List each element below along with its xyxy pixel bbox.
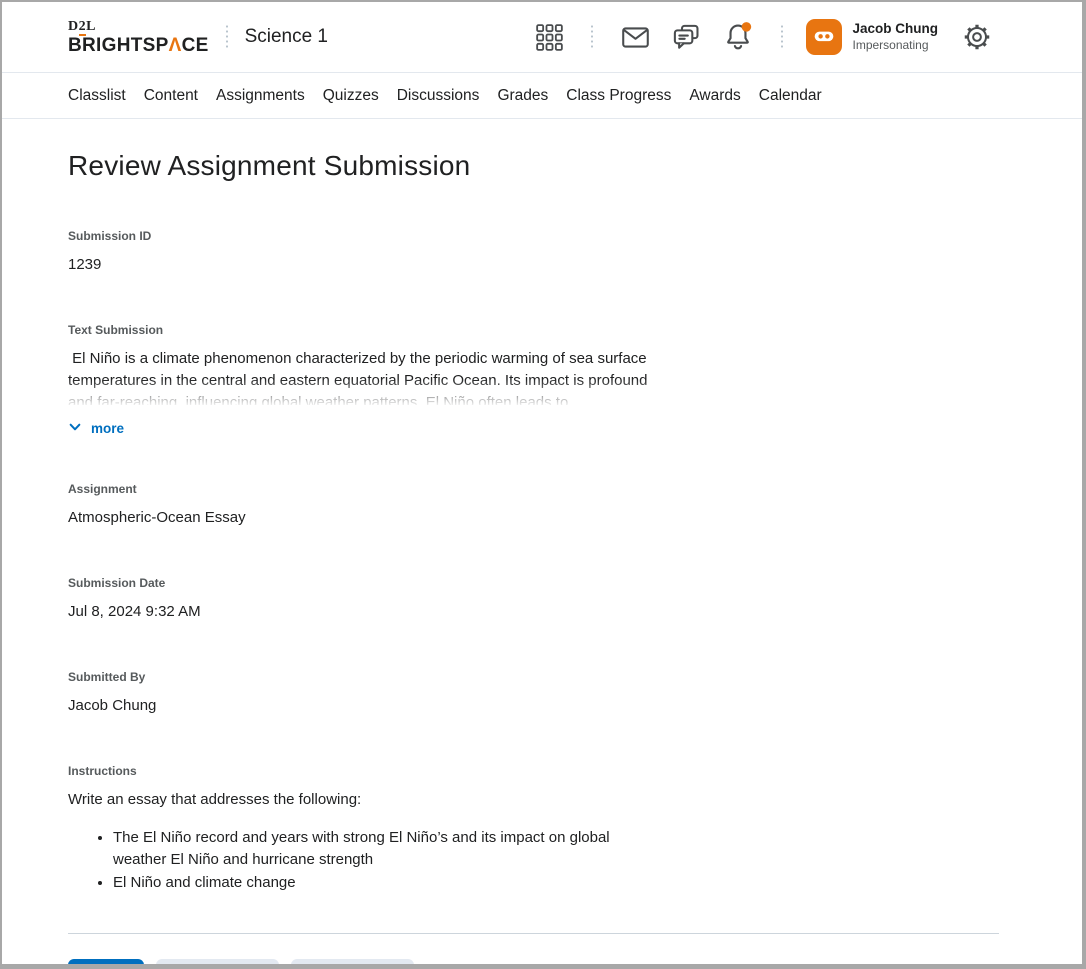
notification-dot	[742, 22, 752, 32]
submitted-by-label: Submitted By	[68, 670, 999, 684]
brightspace-logo[interactable]: D2L BRIGHTSPΛCE	[68, 20, 209, 55]
action-buttons: Done View History Submit More	[68, 959, 999, 969]
header-actions: Jacob Chung Impersonating	[525, 19, 1002, 55]
view-history-button[interactable]: View History	[156, 959, 279, 969]
settings-button[interactable]	[962, 22, 992, 52]
submission-date-value: Jul 8, 2024 9:32 AM	[68, 601, 999, 623]
text-submission-label: Text Submission	[68, 323, 999, 337]
bell-icon	[722, 21, 754, 53]
brightspace-wordmark: BRIGHTSPΛCE	[68, 36, 209, 55]
gear-icon	[962, 22, 992, 52]
nav-item-calendar[interactable]: Calendar	[759, 87, 822, 105]
browser-viewport: D2L BRIGHTSPΛCE Science 1	[0, 0, 1086, 969]
impersonation-avatar	[806, 19, 842, 55]
field-submission-date: Submission Date Jul 8, 2024 9:32 AM	[68, 576, 999, 623]
dotted-divider	[226, 24, 228, 50]
text-submission-excerpt: El Niño is a climate phenomenon characte…	[68, 348, 656, 405]
top-bar: D2L BRIGHTSPΛCE Science 1	[2, 2, 1082, 73]
main-content: Review Assignment Submission Submission …	[2, 150, 1082, 969]
grid-icon	[535, 23, 564, 52]
submission-id-value: 1239	[68, 254, 999, 276]
more-label: more	[91, 421, 124, 436]
chat-icon	[671, 22, 702, 53]
more-toggle[interactable]: more	[68, 420, 124, 437]
nav-item-discussions[interactable]: Discussions	[397, 87, 480, 105]
assignment-label: Assignment	[68, 482, 999, 496]
mail-icon	[620, 22, 651, 53]
app-switcher-button[interactable]	[535, 23, 564, 52]
nav-item-assignments[interactable]: Assignments	[216, 87, 305, 105]
nav-item-class-progress[interactable]: Class Progress	[566, 87, 671, 105]
user-status: Impersonating	[852, 38, 938, 53]
course-title[interactable]: Science 1	[245, 26, 328, 48]
user-name: Jacob Chung	[852, 21, 938, 38]
field-instructions: Instructions Write an essay that address…	[68, 764, 999, 894]
instructions-intro: Write an essay that addresses the follow…	[68, 789, 999, 811]
field-assignment: Assignment Atmospheric-Ocean Essay	[68, 482, 999, 529]
submission-date-label: Submission Date	[68, 576, 999, 590]
brand-caret-icon: Λ	[169, 35, 182, 56]
nav-item-content[interactable]: Content	[144, 87, 198, 105]
assignment-value: Atmospheric-Ocean Essay	[68, 507, 999, 529]
field-text-submission: Text Submission El Niño is a climate phe…	[68, 323, 999, 439]
field-submitted-by: Submitted By Jacob Chung	[68, 670, 999, 717]
chat-button[interactable]	[671, 22, 702, 53]
course-navbar: Classlist Content Assignments Quizzes Di…	[2, 73, 1082, 119]
submit-more-button[interactable]: Submit More	[291, 959, 415, 969]
text-submission-value: El Niño is a climate phenomenon characte…	[68, 348, 656, 405]
nav-item-awards[interactable]: Awards	[689, 87, 740, 105]
submission-id-label: Submission ID	[68, 229, 999, 243]
instructions-bullet: The El Niño record and years with strong…	[113, 827, 635, 871]
page-title: Review Assignment Submission	[68, 150, 999, 182]
instructions-list: The El Niño record and years with strong…	[68, 827, 999, 894]
nav-item-grades[interactable]: Grades	[497, 87, 548, 105]
user-menu-button[interactable]: Jacob Chung Impersonating	[806, 19, 938, 55]
footer-divider	[68, 933, 999, 934]
nav-item-classlist[interactable]: Classlist	[68, 87, 126, 105]
instructions-label: Instructions	[68, 764, 999, 778]
submitted-by-value: Jacob Chung	[68, 695, 999, 717]
user-meta: Jacob Chung Impersonating	[852, 21, 938, 53]
messages-button[interactable]	[620, 22, 651, 53]
nav-item-quizzes[interactable]: Quizzes	[323, 87, 379, 105]
mask-icon	[810, 22, 838, 53]
field-submission-id: Submission ID 1239	[68, 229, 999, 276]
dotted-divider	[781, 24, 783, 50]
dotted-divider	[591, 24, 593, 50]
alerts-button[interactable]	[722, 21, 754, 53]
chevron-down-icon	[68, 420, 82, 437]
done-button[interactable]: Done	[68, 959, 144, 969]
d2l-wordmark: D2L	[68, 20, 209, 34]
instructions-bullet: El Niño and climate change	[113, 872, 635, 894]
